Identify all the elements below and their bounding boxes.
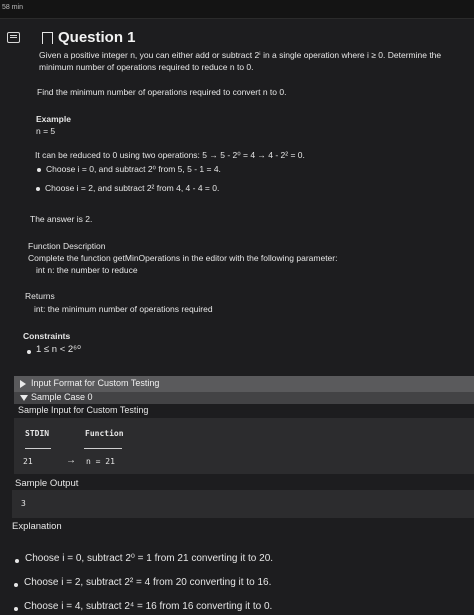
sample-case-row[interactable]: Sample Case 0: [14, 392, 474, 404]
bullet-icon: [36, 187, 40, 191]
returns-text: int: the minimum number of operations re…: [34, 304, 213, 314]
collapse-icon: [20, 395, 28, 401]
expand-icon: [20, 380, 26, 388]
example-value: n = 5: [36, 126, 56, 136]
example-bullet-1: Choose i = 0, and subtract 2⁰ from 5, 5 …: [46, 164, 221, 174]
arrow-icon: →: [66, 455, 76, 466]
question-title: Question 1: [58, 29, 136, 46]
example-bullet-2: Choose i = 2, and subtract 2² from 4, 4 …: [45, 183, 220, 193]
divider: [25, 448, 51, 449]
function-description: Complete the function getMinOperations i…: [28, 253, 338, 263]
input-format-row[interactable]: Input Format for Custom Testing: [14, 376, 474, 392]
intro-line-2: minimum number of operations required to…: [39, 62, 254, 72]
function-description-heading: Function Description: [28, 241, 106, 251]
sample-case-label: Sample Case 0: [31, 392, 93, 402]
bookmark-icon[interactable]: [42, 32, 53, 44]
constraint: 1 ≤ n < 2⁶⁰: [36, 344, 81, 355]
explanation-bullet-3: Choose i = 4, subtract 2⁴ = 16 from 16 c…: [24, 601, 273, 612]
divider: [84, 448, 122, 449]
task-text: Find the minimum number of operations re…: [37, 87, 287, 97]
timer: 58 min: [2, 4, 24, 11]
stdin-value: 21: [23, 457, 33, 466]
parameter: int n: the number to reduce: [36, 265, 138, 275]
sample-input-block: STDIN Function 21 → n = 21: [14, 418, 474, 474]
bullet-icon: [14, 583, 18, 587]
top-bar: 58 min: [0, 0, 474, 19]
returns-heading: Returns: [25, 291, 55, 301]
output-value: 3: [21, 499, 26, 508]
bullet-icon: [27, 350, 31, 354]
reduction-text: It can be reduced to 0 using two operati…: [35, 150, 305, 160]
bullet-icon: [15, 559, 19, 563]
stdin-label: STDIN: [25, 429, 50, 438]
intro-line-1: Given a positive integer n, you can eith…: [39, 50, 442, 60]
answer-text: The answer is 2.: [30, 214, 93, 224]
example-heading: Example: [36, 114, 71, 124]
bullet-icon: [37, 168, 41, 172]
sample-input-heading: Sample Input for Custom Testing: [18, 405, 149, 415]
function-label: Function: [85, 429, 124, 438]
sidebar-toggle-icon[interactable]: [7, 32, 20, 43]
sample-output-block: 3: [12, 490, 474, 518]
constraints-heading: Constraints: [23, 331, 71, 341]
input-format-label: Input Format for Custom Testing: [31, 378, 160, 388]
bullet-icon: [14, 607, 18, 611]
sample-output-heading: Sample Output: [15, 478, 79, 489]
function-value: n = 21: [86, 457, 115, 466]
explanation-bullet-1: Choose i = 0, subtract 2⁰ = 1 from 21 co…: [25, 553, 274, 564]
explanation-bullet-2: Choose i = 2, subtract 2² = 4 from 20 co…: [24, 577, 272, 588]
explanation-heading: Explanation: [12, 521, 62, 532]
